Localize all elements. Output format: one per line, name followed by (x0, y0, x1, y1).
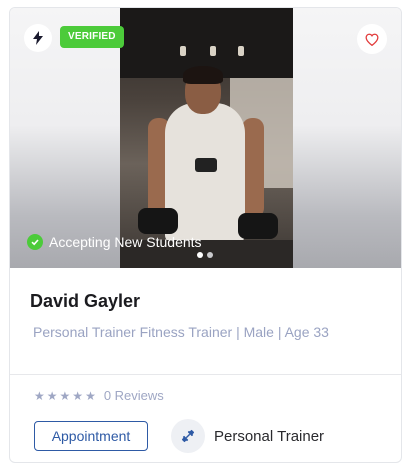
trainer-name[interactable]: David Gayler (30, 291, 140, 312)
photo-dumbbell (238, 213, 278, 239)
accepting-students-status: Accepting New Students (27, 234, 202, 250)
carousel-dot[interactable] (207, 252, 213, 258)
photo-dumbbell (138, 208, 178, 234)
photo-lamp (238, 46, 244, 56)
star-icon: ★ (59, 388, 71, 403)
boost-button[interactable] (24, 24, 52, 52)
check-circle-icon (27, 234, 43, 250)
trainer-subtitle: Personal Trainer Fitness Trainer | Male … (33, 324, 329, 340)
star-icon: ★ (85, 388, 96, 403)
photo-lamp (210, 46, 216, 56)
favorite-button[interactable] (357, 24, 387, 54)
divider (10, 374, 401, 375)
accepting-label: Accepting New Students (49, 234, 202, 250)
trainer-card[interactable]: VERIFIED Accepting New Students David Ga… (9, 7, 402, 463)
photo-lamp (180, 46, 186, 56)
trainer-type-label: Personal Trainer (214, 428, 325, 445)
rating: ★ ★ ★ ★ ★ 0 Reviews (34, 388, 164, 403)
star-icon: ★ (34, 388, 45, 403)
trainer-media[interactable]: VERIFIED Accepting New Students (10, 8, 401, 268)
carousel-dot-active[interactable] (197, 252, 203, 258)
photo-hair (183, 66, 223, 84)
star-icon: ★ (46, 388, 58, 403)
dumbbell-icon (171, 419, 205, 453)
heart-icon (365, 33, 379, 46)
lightning-icon (33, 31, 43, 45)
carousel-dots (197, 252, 213, 258)
photo-shirt-logo (195, 158, 217, 172)
trainer-photo[interactable] (120, 8, 293, 268)
photo-arm (242, 118, 264, 218)
reviews-count[interactable]: 0 Reviews (104, 388, 164, 403)
appointment-button[interactable]: Appointment (34, 421, 148, 451)
star-icon: ★ (72, 388, 84, 403)
verified-badge: VERIFIED (60, 26, 124, 48)
